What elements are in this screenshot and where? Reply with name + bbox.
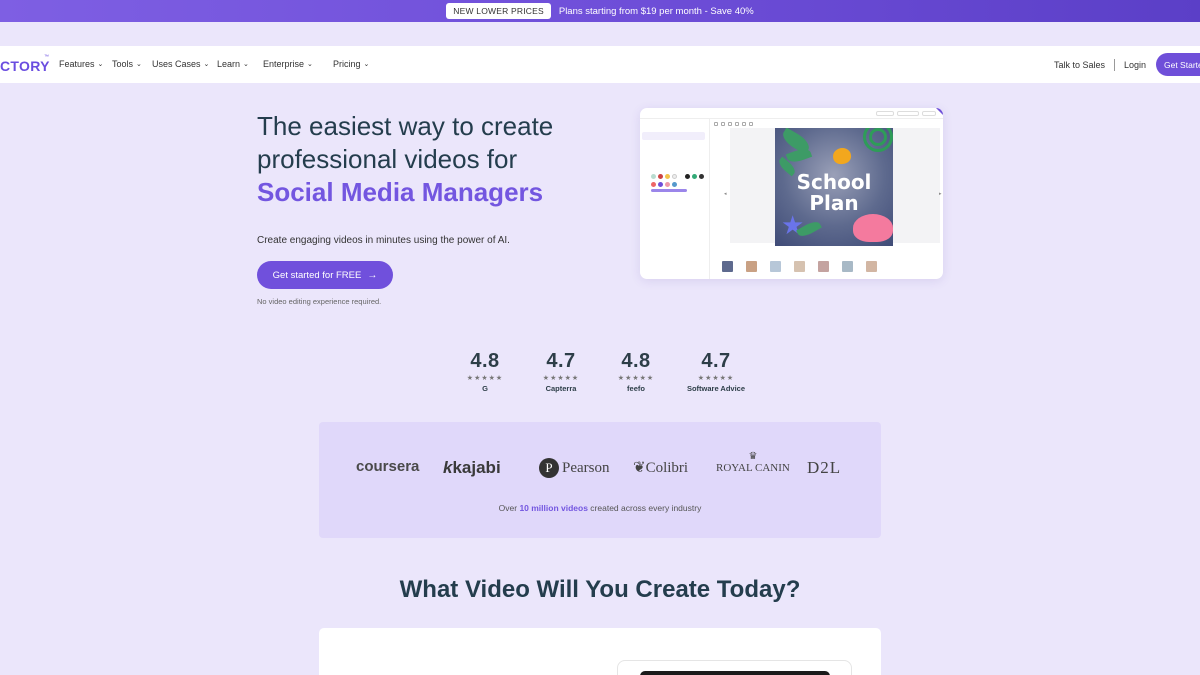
- hero-title: The easiest way to create professional v…: [257, 110, 617, 209]
- nav-divider: [1113, 58, 1115, 71]
- editor-preview: ◂ ▸ ★ School Plan: [640, 108, 943, 279]
- chevron-down-icon: ⌄: [243, 61, 249, 68]
- royal-canin-logo: ♛ ROYAL CANIN: [716, 451, 790, 475]
- stat-highlight: 10 million videos: [519, 503, 588, 513]
- crown-icon: ♛: [748, 451, 758, 462]
- rating-score: 4.7: [701, 350, 731, 372]
- hummingbird-icon: ❦: [633, 460, 646, 476]
- rating-capterra[interactable]: 4.7 ★★★★★ Capterra: [521, 350, 601, 393]
- chevron-down-icon: ⌄: [363, 61, 370, 68]
- menu-item-features[interactable]: Features ⌄: [59, 59, 103, 69]
- video-type-card: [319, 628, 881, 675]
- royal-canin-wordmark: ROYAL CANIN: [716, 462, 790, 474]
- promo-text[interactable]: Plans starting from $19 per month - Save…: [559, 6, 754, 17]
- menu-item-pricing[interactable]: Pricing ⌄: [333, 59, 369, 69]
- brand-logo[interactable]: CTORY: [0, 58, 50, 74]
- software-advice-logo: Software Advice: [686, 384, 746, 393]
- rating-software-advice[interactable]: 4.7 ★★★★★ Software Advice: [676, 350, 756, 393]
- promo-bar[interactable]: NEW LOWER PRICES Plans starting from $19…: [0, 0, 1200, 22]
- feefo-logo: feefo: [627, 384, 645, 393]
- menu-label: Learn: [217, 59, 241, 69]
- g2-logo: G: [482, 384, 488, 393]
- preview-sidebar: [640, 119, 710, 279]
- top-nav: CTORY ™ Features ⌄ Tools ⌄ Uses Cases ⌄ Lea…: [0, 46, 1200, 83]
- chevron-down-icon: ⌄: [136, 61, 142, 68]
- videos-created-stat: Over 10 million videos created across ev…: [319, 503, 881, 513]
- hero-title-line1: The easiest way to create: [257, 111, 554, 141]
- hero-title-line2: professional videos for: [257, 144, 518, 174]
- colibri-logo: ❦Colibri: [633, 458, 688, 477]
- get-started-button[interactable]: Get Started: [1156, 53, 1200, 76]
- menu-label: Tools: [112, 59, 134, 69]
- rating-score: 4.7: [546, 350, 576, 372]
- menu-label: Features: [59, 59, 95, 69]
- chevron-down-icon: ⌄: [97, 61, 104, 68]
- preview-toolbar: [712, 120, 942, 128]
- stat-prefix: Over: [498, 503, 520, 513]
- chevron-left-icon: ◂: [724, 191, 727, 197]
- preview-artwork: ★ School Plan: [775, 128, 893, 246]
- preview-topbar: [640, 108, 943, 119]
- stat-suffix: created across every industry: [587, 503, 702, 513]
- video-player-bar: [640, 671, 830, 675]
- d2l-logo: D2L: [807, 458, 842, 477]
- coursera-logo: coursera: [356, 458, 420, 475]
- rating-g2[interactable]: 4.8 ★★★★★ G: [445, 350, 525, 393]
- chevron-down-icon: ⌄: [307, 61, 313, 68]
- preview-artwork-title: School Plan: [796, 170, 872, 215]
- hero-title-accent: Social Media Managers: [257, 177, 544, 207]
- nav-actions: Talk to Sales Login Get Started: [1054, 53, 1200, 76]
- colibri-wordmark: Colibri: [645, 460, 689, 476]
- star-rating-icon: ★★★★★: [542, 375, 580, 382]
- chevron-right-icon: ▸: [939, 191, 942, 197]
- rating-score: 4.8: [621, 350, 651, 372]
- capterra-logo: Capterra: [545, 384, 577, 393]
- menu-label: Uses Cases: [152, 59, 201, 69]
- rating-feefo[interactable]: 4.8 ★★★★★ feefo: [596, 350, 676, 393]
- hero-subtitle: Create engaging videos in minutes using …: [257, 235, 510, 246]
- menu-item-enterprise[interactable]: Enterprise ⌄: [263, 59, 313, 69]
- menu-item-use-cases[interactable]: Uses Cases ⌄: [152, 59, 209, 69]
- get-started-free-button[interactable]: Get started for FREE →: [257, 261, 393, 289]
- star-rating-icon: ★★★★★: [466, 375, 504, 382]
- customer-logos-panel: coursera kkajabi P Pearson ❦Colibri ♛ ROYA…: [319, 422, 881, 538]
- section-title: What Video Will You Create Today?: [399, 576, 801, 603]
- talk-to-sales-link[interactable]: Talk to Sales: [1054, 60, 1105, 70]
- arrow-right-icon: →: [367, 269, 378, 281]
- menu-label: Enterprise: [263, 59, 305, 69]
- star-rating-icon: ★★★★★: [697, 375, 735, 382]
- pearson-logo: P Pearson: [539, 458, 610, 478]
- preview-corner-accent: [936, 108, 943, 115]
- pearson-wordmark: Pearson: [562, 459, 610, 476]
- cta-label: Get started for FREE: [272, 269, 362, 281]
- star-rating-icon: ★★★★★: [617, 375, 655, 382]
- chevron-down-icon: ⌄: [203, 61, 210, 68]
- menu-item-learn[interactable]: Learn ⌄: [217, 59, 249, 69]
- login-link[interactable]: Login: [1124, 60, 1146, 70]
- preview-timeline: [712, 248, 942, 252]
- trademark-mark: ™: [44, 54, 49, 60]
- video-type-preview: [617, 660, 852, 675]
- rating-score: 4.8: [470, 350, 500, 372]
- menu-label: Pricing: [333, 59, 361, 69]
- kajabi-wordmark: kajabi: [452, 458, 501, 477]
- pearson-p-icon: P: [539, 458, 559, 478]
- menu-item-tools[interactable]: Tools ⌄: [112, 59, 142, 69]
- cta-note: No video editing experience required.: [257, 297, 382, 306]
- promo-badge: NEW LOWER PRICES: [446, 3, 551, 19]
- preview-scene-thumbnails: [722, 261, 937, 274]
- preview-sidebar-tag: [642, 132, 705, 140]
- kajabi-logo: kkajabi: [443, 458, 501, 478]
